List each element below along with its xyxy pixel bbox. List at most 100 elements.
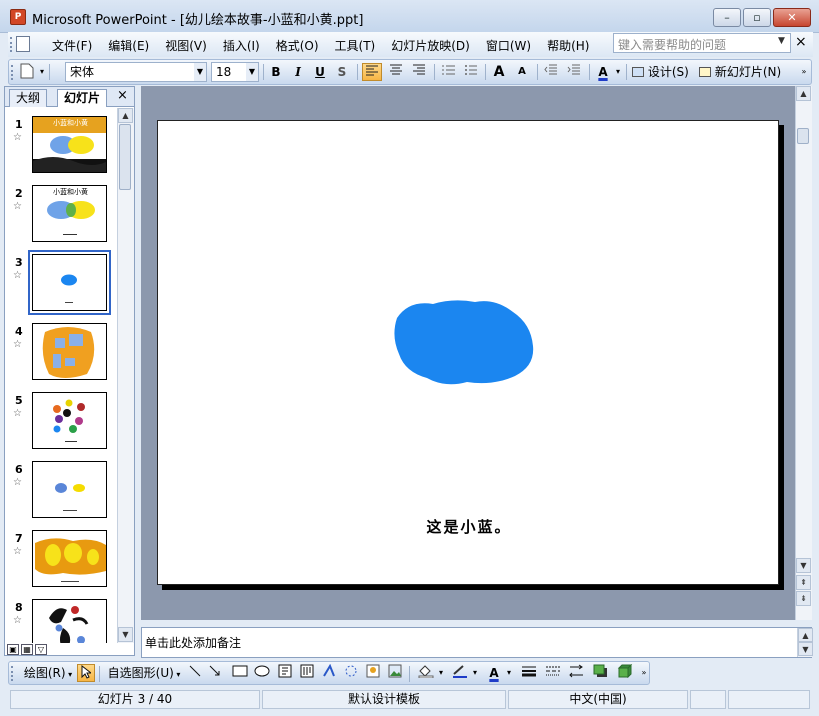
chevron-down-icon[interactable]: ▾	[614, 63, 622, 81]
draw-menu-button[interactable]: 绘图(R) ▾	[19, 664, 77, 682]
shadow-button[interactable]: S	[333, 63, 351, 81]
slide-thumbnail-5[interactable]: 5 ☆	[5, 392, 117, 452]
menu-window[interactable]: 窗口(W)	[478, 36, 539, 55]
bulleted-list-icon[interactable]	[461, 63, 481, 81]
tab-outline[interactable]: 大纲	[9, 89, 48, 107]
wordart-icon[interactable]	[321, 663, 337, 682]
slide-sorter-icon[interactable]: ▦	[21, 644, 33, 655]
chevron-down-icon[interactable]: ▾	[471, 664, 479, 682]
scroll-up-icon[interactable]: ▲	[798, 628, 813, 642]
close-button[interactable]: ✕	[773, 8, 811, 27]
menu-tools[interactable]: 工具(T)	[327, 36, 384, 55]
chevron-down-icon[interactable]: ▼	[246, 63, 258, 81]
font-size-select[interactable]: 18 ▼	[211, 62, 259, 82]
scroll-down-icon[interactable]: ▼	[798, 642, 813, 656]
scroll-down-icon[interactable]: ▼	[796, 558, 811, 573]
chevron-down-icon[interactable]: ▾	[38, 63, 46, 81]
oval-icon[interactable]	[253, 664, 271, 682]
editor-scrollbar[interactable]: ▲ ▼ ⇞ ⇟	[795, 86, 812, 620]
notes-pane[interactable]: 单击此处添加备注 ▲ ▼	[141, 627, 813, 658]
chevron-down-icon[interactable]: ▾	[437, 664, 445, 682]
line-icon[interactable]	[187, 664, 203, 682]
help-search-input[interactable]: 键入需要帮助的问题	[613, 33, 791, 53]
close-icon[interactable]: ×	[795, 34, 807, 50]
current-slide[interactable]: 这是小蓝。	[157, 120, 779, 585]
align-left-button[interactable]	[362, 63, 382, 81]
slide-thumbnail-7[interactable]: 7 ☆	[5, 530, 117, 590]
dash-style-icon[interactable]	[543, 664, 563, 682]
line-color-icon[interactable]	[449, 664, 471, 682]
chevron-down-icon[interactable]: ▾	[505, 664, 513, 682]
slide-thumbnail-3[interactable]: 3 ☆	[5, 250, 117, 315]
select-arrow-icon[interactable]	[77, 664, 95, 682]
notes-scrollbar[interactable]: ▲ ▼	[797, 628, 813, 657]
toolbar-options-icon[interactable]: »	[639, 664, 649, 682]
font-color-button[interactable]: A	[594, 63, 612, 81]
clipart-icon[interactable]	[365, 664, 381, 682]
textbox-icon[interactable]	[277, 664, 293, 682]
arrow-style-icon[interactable]	[567, 664, 587, 682]
decrease-indent-icon[interactable]	[541, 63, 561, 81]
3d-style-icon[interactable]	[615, 663, 635, 682]
shadow-style-icon[interactable]	[591, 664, 611, 682]
menu-file[interactable]: 文件(F)	[44, 36, 100, 55]
menu-help[interactable]: 帮助(H)	[539, 36, 597, 55]
design-button[interactable]: 设计(S)	[632, 63, 692, 81]
notes-placeholder[interactable]: 单击此处添加备注	[145, 634, 241, 651]
close-icon[interactable]: ×	[117, 88, 128, 103]
toolbar-grip[interactable]	[11, 65, 14, 80]
chevron-down-icon[interactable]: ▼	[778, 36, 785, 46]
restore-button[interactable]: ▫	[743, 8, 771, 27]
menu-edit[interactable]: 编辑(E)	[100, 36, 157, 55]
toolbar-options-icon[interactable]: »	[799, 63, 809, 81]
slideshow-icon[interactable]: ▽	[35, 644, 47, 655]
template-status[interactable]: 默认设计模板	[262, 690, 506, 709]
toolbar-grip[interactable]	[11, 666, 14, 681]
font-name-select[interactable]: 宋体 ▼	[65, 62, 207, 82]
grow-font-button[interactable]: A	[489, 63, 509, 81]
drawing-font-color-icon[interactable]: A	[485, 664, 503, 682]
document-icon[interactable]	[16, 36, 30, 52]
scroll-up-icon[interactable]: ▲	[796, 86, 811, 101]
numbered-list-icon[interactable]	[439, 63, 459, 81]
powerpoint-icon[interactable]: P	[10, 9, 26, 25]
scroll-thumb[interactable]	[797, 128, 809, 144]
previous-slide-icon[interactable]: ⇞	[796, 575, 811, 590]
diagram-icon[interactable]	[343, 664, 359, 682]
line-style-icon[interactable]	[519, 664, 539, 682]
autoshapes-menu-button[interactable]: 自选图形(U) ▾	[104, 664, 184, 682]
align-center-button[interactable]	[386, 63, 406, 81]
underline-button[interactable]: U	[311, 63, 329, 81]
italic-button[interactable]: I	[289, 63, 307, 81]
blue-blob-shape[interactable]	[391, 296, 536, 386]
tab-slides[interactable]: 幻灯片	[57, 89, 108, 107]
scroll-up-icon[interactable]: ▲	[118, 108, 133, 123]
menu-format[interactable]: 格式(O)	[268, 36, 327, 55]
menu-slideshow[interactable]: 幻灯片放映(D)	[383, 36, 478, 55]
slide-thumbnail-2[interactable]: 2 ☆ 小蓝和小黄	[5, 185, 117, 245]
toolbar-grip[interactable]	[10, 37, 13, 52]
menu-insert[interactable]: 插入(I)	[215, 36, 268, 55]
increase-indent-icon[interactable]	[564, 63, 584, 81]
arrow-icon[interactable]	[207, 664, 223, 682]
slide-thumbnail-8[interactable]: 8 ☆	[5, 599, 117, 643]
bold-button[interactable]: B	[267, 63, 285, 81]
new-document-icon[interactable]	[18, 63, 36, 81]
normal-view-icon[interactable]: ▣	[7, 644, 19, 655]
rectangle-icon[interactable]	[231, 664, 249, 682]
vertical-textbox-icon[interactable]	[299, 664, 315, 682]
shrink-font-button[interactable]: A	[512, 63, 532, 81]
menu-view[interactable]: 视图(V)	[157, 36, 215, 55]
align-right-button[interactable]	[409, 63, 429, 81]
slide-caption[interactable]: 这是小蓝。	[158, 516, 780, 537]
minimize-button[interactable]: –	[713, 8, 741, 27]
chevron-down-icon[interactable]: ▼	[194, 63, 206, 81]
next-slide-icon[interactable]: ⇟	[796, 591, 811, 606]
slide-thumbnail-4[interactable]: 4 ☆	[5, 323, 117, 383]
fill-color-icon[interactable]	[415, 664, 437, 682]
scroll-down-icon[interactable]: ▼	[118, 627, 133, 642]
slides-pane-scrollbar[interactable]: ▲ ▼	[117, 108, 134, 643]
scroll-thumb[interactable]	[119, 124, 131, 190]
slide-thumbnail-6[interactable]: 6 ☆	[5, 461, 117, 521]
picture-icon[interactable]	[387, 664, 403, 682]
